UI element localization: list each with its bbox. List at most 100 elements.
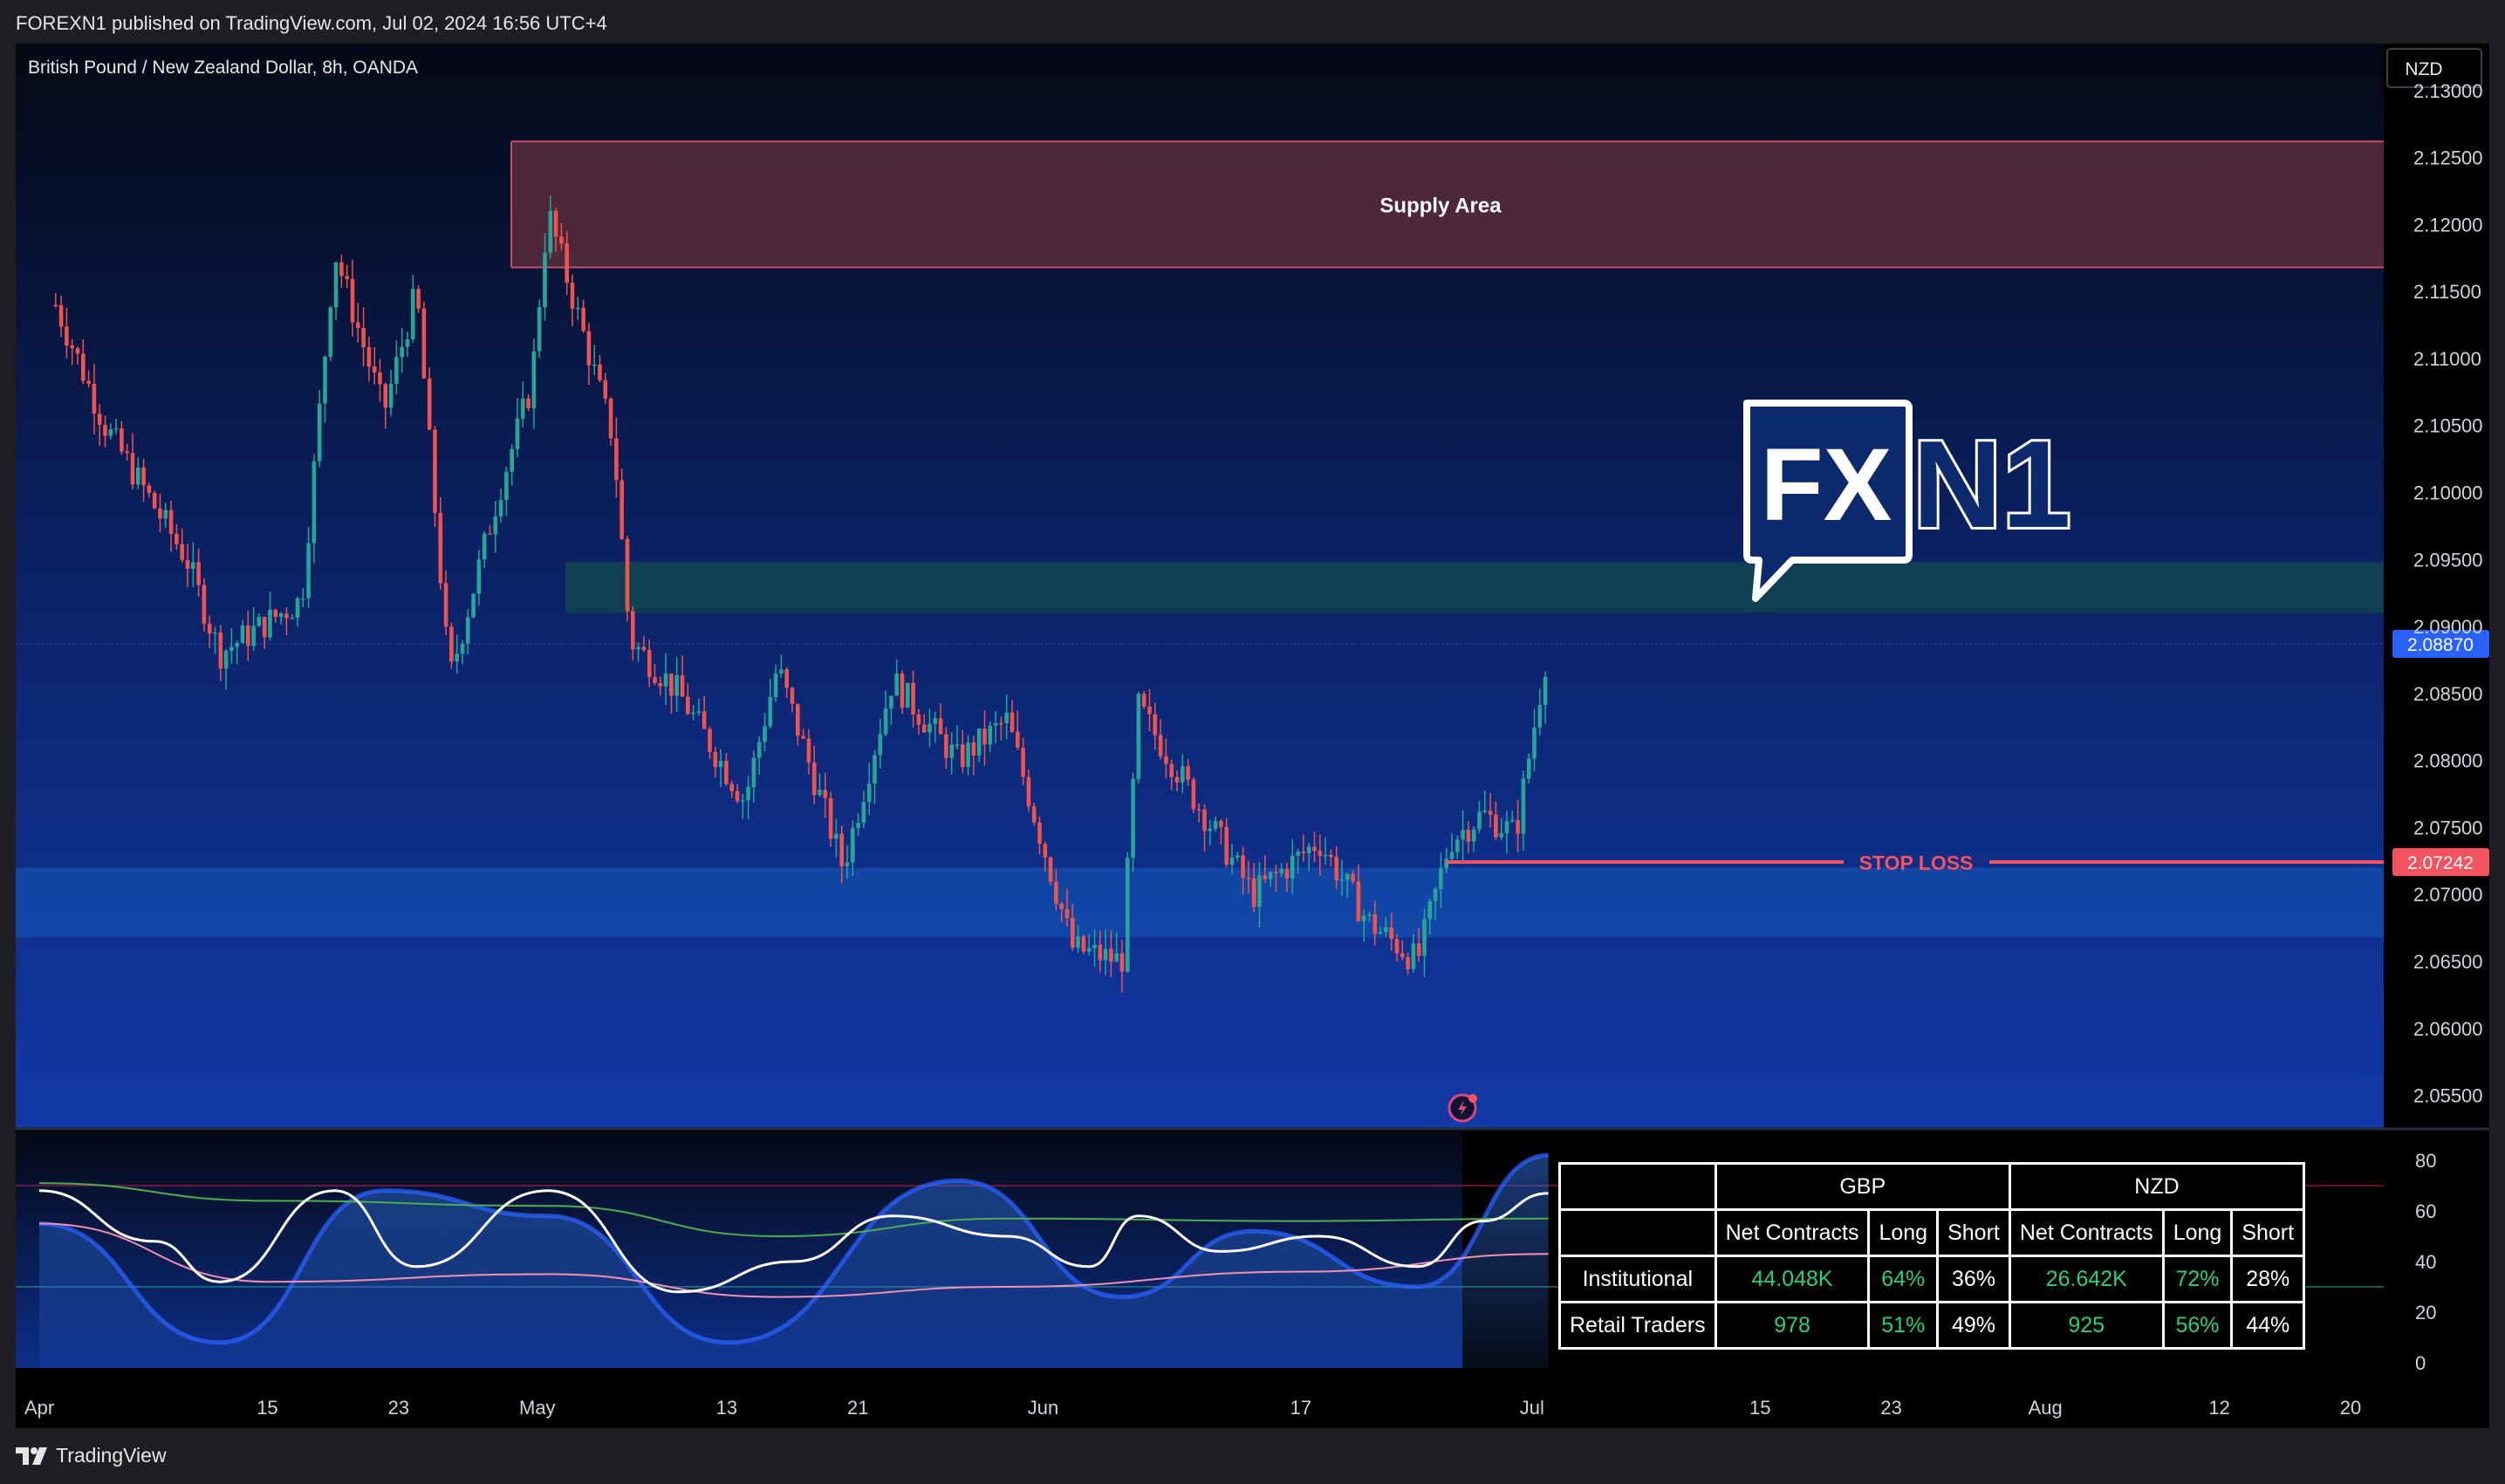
candle-body <box>735 790 740 802</box>
candle-body <box>323 356 327 404</box>
current-price-label: 2.08870 <box>2407 635 2474 655</box>
candle-body <box>180 544 184 561</box>
candle-body <box>911 682 915 715</box>
candle-body <box>58 304 64 327</box>
candle-body <box>108 429 113 436</box>
table-row: GBP NZD <box>1558 1162 2306 1211</box>
price-tick-label: 2.07500 <box>2413 817 2483 838</box>
candle-body <box>768 697 773 727</box>
table-cell: 72% <box>2161 1255 2234 1303</box>
candle-body <box>531 351 537 408</box>
candle-body <box>268 609 272 638</box>
candle-body <box>608 398 613 439</box>
candle-body <box>92 383 97 414</box>
candle-body <box>81 353 86 381</box>
candle-body <box>1433 888 1438 902</box>
candle-body <box>405 339 410 347</box>
candle-body <box>257 617 262 626</box>
candle-body <box>339 262 344 277</box>
time-axis[interactable]: Apr 15 23 May 13 21 Jun 17 Jul 15 23 Aug 12 20 <box>24 1397 2361 1419</box>
candle-body <box>158 508 162 519</box>
candle-body <box>949 744 954 758</box>
candle-body <box>691 712 695 715</box>
candle-body <box>1031 806 1037 823</box>
candle-body <box>933 718 938 724</box>
candle-body <box>1329 854 1333 858</box>
indicator-axis[interactable]: 80 60 40 20 0 <box>2415 1150 2436 1374</box>
candle-body <box>1471 829 1476 842</box>
candle-body <box>823 790 828 798</box>
table-cell: 26.642K <box>2008 1255 2165 1303</box>
alert-icon-dot[interactable] <box>1468 1094 1477 1103</box>
candle-body <box>674 674 679 696</box>
candle-body <box>1169 763 1174 777</box>
candle-body <box>1103 948 1108 961</box>
candle-body <box>175 533 179 544</box>
candle-body <box>1439 868 1443 889</box>
chart-frame[interactable]: Supply Area 2.08870 STOP LOSS 2.07242 Brit… <box>16 44 2489 1428</box>
publish-text: FOREXN1 published on TradingView.com, Ju… <box>16 12 607 34</box>
price-tick-label: 2.12000 <box>2413 214 2483 236</box>
tradingview-logo[interactable]: TradingView <box>16 1444 167 1467</box>
candle-body <box>1076 936 1080 948</box>
candle-body <box>927 723 932 733</box>
candle-body <box>1296 851 1300 856</box>
table-cell: 44.048K <box>1714 1255 1871 1303</box>
table-cell: 925 <box>2008 1301 2165 1350</box>
candle-body <box>1229 857 1235 865</box>
time-tick-label: 17 <box>1290 1397 1311 1419</box>
time-tick-label: Jun <box>1028 1397 1058 1419</box>
logo-n1-text: N1 <box>1913 415 2071 554</box>
candle-body <box>223 651 229 669</box>
candle-body <box>603 380 608 399</box>
time-tick-label: 23 <box>1880 1397 1901 1419</box>
price-tick-label: 2.06500 <box>2413 951 2483 973</box>
table-row-label: Retail Traders <box>1558 1301 1717 1350</box>
candle-body <box>306 543 311 598</box>
candle-body <box>1064 909 1070 918</box>
candle-body <box>883 708 888 735</box>
candle-body <box>356 322 360 328</box>
candle-body <box>476 559 482 594</box>
candle-body <box>207 624 212 634</box>
candle-body <box>889 695 893 708</box>
candle-body <box>718 760 723 768</box>
candle-body <box>559 236 564 244</box>
price-tick-label: 2.11500 <box>2413 281 2481 303</box>
candle-body <box>1367 913 1372 916</box>
candle-body <box>1301 851 1306 853</box>
candle-body <box>1043 844 1048 858</box>
candle-body <box>553 210 558 237</box>
price-tick-label: 2.08500 <box>2413 683 2483 705</box>
candle-body <box>1257 875 1262 907</box>
candle-body <box>498 500 503 516</box>
time-tick-label: 15 <box>1749 1397 1770 1419</box>
candle-body <box>565 243 569 284</box>
candle-body <box>301 598 305 600</box>
table-cell: 56% <box>2161 1301 2234 1350</box>
candle-body <box>130 453 135 485</box>
candle-body <box>1048 857 1053 882</box>
candle-body <box>1268 872 1273 879</box>
candle-body <box>416 289 421 309</box>
candle-body <box>97 414 102 425</box>
currency-button-label[interactable]: NZD <box>2405 59 2442 79</box>
candle-body <box>75 348 80 354</box>
candle-body <box>1516 819 1520 834</box>
alert-icon[interactable] <box>1448 1093 1477 1123</box>
candle-body <box>641 646 647 651</box>
candle-body <box>669 674 674 696</box>
candle-body <box>1334 857 1338 881</box>
candle-body <box>1235 855 1240 858</box>
candle-body <box>1158 735 1163 756</box>
candle-body <box>378 373 382 385</box>
candle-body <box>1532 728 1537 759</box>
candle-body <box>756 742 762 758</box>
candle-body <box>328 307 333 357</box>
candle-body <box>1411 943 1416 969</box>
candle-body <box>796 703 800 736</box>
candle-body <box>1114 953 1119 962</box>
tradingview-brand-text: TradingView <box>56 1444 167 1467</box>
table-group-header: NZD <box>2008 1162 2306 1211</box>
candle-body <box>1543 677 1548 706</box>
